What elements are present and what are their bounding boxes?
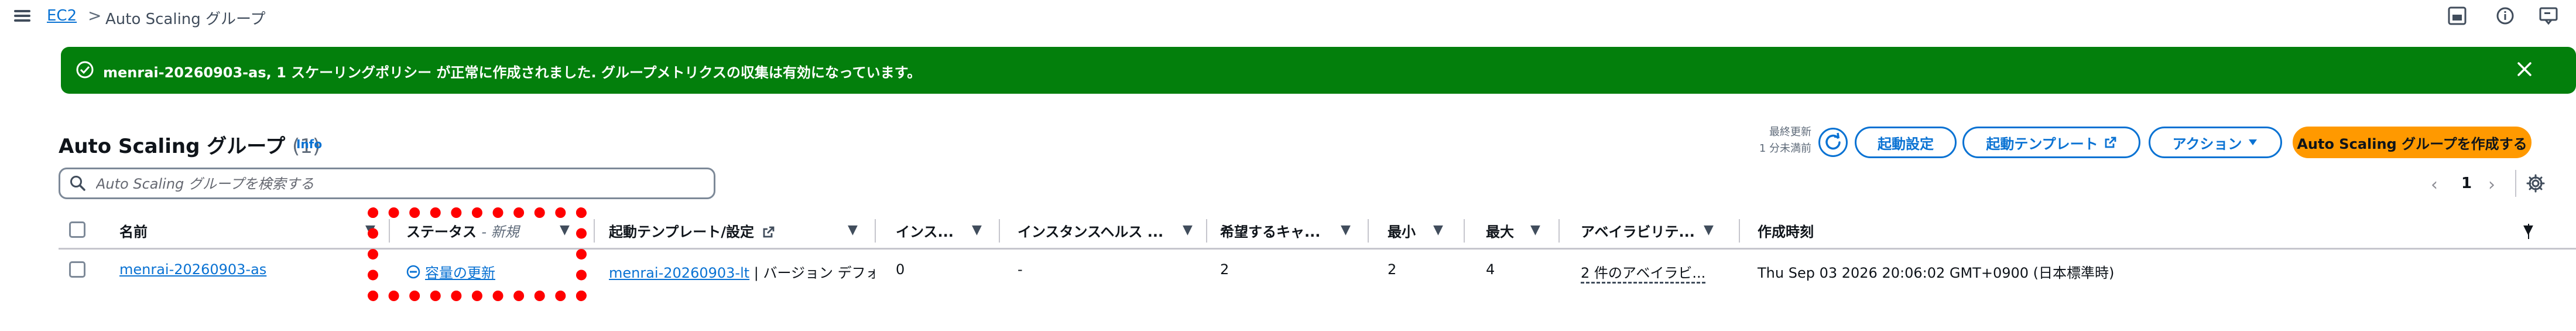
column-divider[interactable]: [2528, 224, 2529, 239]
column-divider[interactable]: [999, 219, 1000, 243]
breadcrumb-current: Auto Scaling グループ: [105, 11, 266, 28]
refresh-button[interactable]: [1818, 128, 1848, 157]
asg-name-link[interactable]: menrai-20260903-as: [119, 261, 266, 278]
actions-dropdown-button[interactable]: アクション: [2149, 127, 2282, 158]
pagination-page[interactable]: 1: [2461, 175, 2472, 192]
row-checkbox[interactable]: [69, 261, 85, 278]
launch-config-label: 起動設定: [1878, 135, 1934, 152]
hamburger-icon[interactable]: [14, 8, 30, 24]
pagination-prev[interactable]: ‹: [2431, 175, 2438, 195]
last-updated-value: 1 分未満前: [1759, 142, 1811, 155]
search-icon: [70, 176, 85, 191]
breadcrumb-separator: >: [88, 6, 102, 25]
sort-caret-icon[interactable]: ▼: [1433, 223, 1443, 237]
column-divider[interactable]: [594, 219, 595, 243]
column-header-instances[interactable]: インス...: [896, 220, 954, 241]
info-link[interactable]: Info: [296, 137, 322, 151]
launch-template-button[interactable]: 起動テンプレート: [1962, 127, 2140, 158]
column-header-az[interactable]: アベイラビリテ...: [1581, 220, 1695, 241]
column-header-desired[interactable]: 希望するキャ...: [1220, 220, 1320, 241]
launch-template-version: | バージョン デフォル: [753, 265, 875, 281]
page-title: Auto Scaling グループ (1): [59, 130, 320, 159]
launch-template-header-label: 起動テンプレート/設定: [609, 224, 755, 240]
top-navigation-bar: [0, 0, 2576, 34]
column-divider[interactable]: [875, 219, 876, 243]
breadcrumb-ec2-link[interactable]: EC2: [47, 7, 77, 25]
create-asg-label: Auto Scaling グループを作成する: [2297, 135, 2527, 152]
success-check-icon: [76, 61, 94, 79]
column-header-name[interactable]: 名前: [119, 220, 148, 241]
column-divider[interactable]: [1739, 219, 1740, 243]
pagination-next[interactable]: ›: [2488, 175, 2495, 195]
annotation-highlight-box: [368, 207, 587, 301]
sort-caret-icon[interactable]: ▼: [1530, 223, 1540, 237]
caret-down-icon: [2249, 139, 2258, 145]
column-header-instance-health[interactable]: インスタンスヘルス ...: [1018, 220, 1163, 241]
sort-caret-icon[interactable]: ▼: [1341, 223, 1351, 237]
external-link-icon: [2105, 137, 2116, 148]
min-value: 2: [1388, 261, 1397, 278]
last-updated-label: 最終更新: [1769, 126, 1811, 138]
launch-template-link[interactable]: menrai-20260903-lt: [609, 265, 749, 281]
column-header-created[interactable]: 作成時刻: [1758, 220, 1814, 241]
info-circle-icon[interactable]: [2495, 6, 2515, 26]
panel-layout-icon[interactable]: [2447, 6, 2467, 26]
instances-value: 0: [896, 261, 905, 278]
column-divider[interactable]: [1206, 219, 1207, 243]
sort-caret-icon[interactable]: ▼: [1183, 223, 1193, 237]
created-time-value: Thu Sep 03 2026 20:06:02 GMT+0900 (日本標準時…: [1758, 265, 2115, 281]
column-header-max[interactable]: 最大: [1486, 220, 1514, 241]
search-input[interactable]: [95, 171, 706, 197]
create-asg-button[interactable]: Auto Scaling グループを作成する: [2293, 127, 2532, 158]
sort-caret-icon[interactable]: ▼: [1704, 223, 1714, 237]
close-icon[interactable]: [2514, 59, 2535, 80]
desired-capacity-value: 2: [1220, 261, 1229, 278]
page-title-text: Auto Scaling グループ: [59, 135, 286, 158]
column-header-launch-template[interactable]: 起動テンプレート/設定: [609, 220, 775, 241]
instance-health-value: -: [1018, 261, 1023, 278]
refresh-icon: [1825, 132, 1841, 150]
column-divider[interactable]: [1464, 219, 1465, 243]
sort-caret-icon[interactable]: ▼: [848, 223, 858, 237]
launch-config-button[interactable]: 起動設定: [1855, 127, 1957, 158]
last-updated: 最終更新 1 分未満前: [1739, 124, 1811, 157]
actions-label: アクション: [2172, 135, 2242, 152]
gear-icon[interactable]: [2526, 173, 2546, 193]
launch-template-cell: menrai-20260903-lt | バージョン デフォル: [609, 261, 875, 282]
external-link-icon: [763, 226, 775, 238]
max-value: 4: [1486, 261, 1495, 278]
feedback-screen-icon[interactable]: [2539, 6, 2558, 26]
launch-template-label: 起動テンプレート: [1986, 135, 2098, 152]
column-divider[interactable]: [1368, 219, 1369, 243]
pagination-divider: [2515, 170, 2516, 197]
select-all-checkbox[interactable]: [69, 221, 85, 238]
column-header-min[interactable]: 最小: [1388, 220, 1416, 241]
sort-caret-icon[interactable]: ▼: [972, 223, 982, 237]
column-divider[interactable]: [1558, 219, 1560, 243]
availability-zones-value[interactable]: 2 件のアベイラビ...: [1581, 261, 1706, 284]
flash-message: menrai-20260903-as, 1 スケーリングポリシー が正常に作成さ…: [103, 64, 922, 81]
